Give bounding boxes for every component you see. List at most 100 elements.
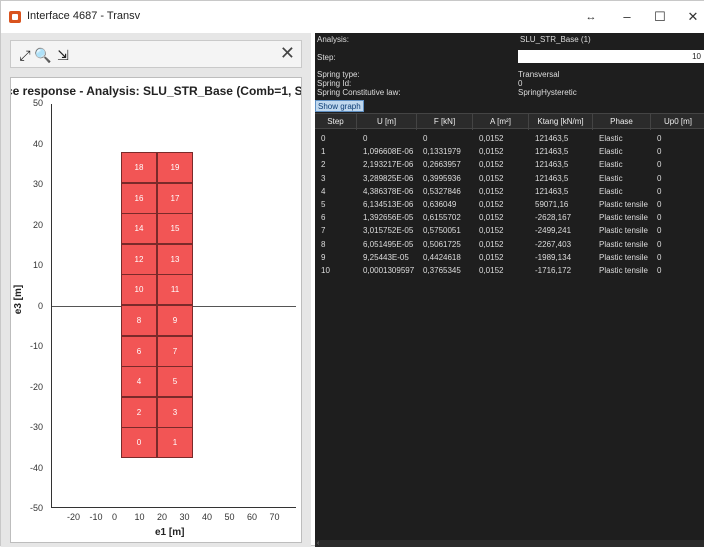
x-tick-label: 0 xyxy=(112,512,118,522)
table-cell: 0 xyxy=(657,147,662,157)
table-cell: 0,5061725 xyxy=(423,239,461,249)
table-cell: 0,1331979 xyxy=(423,147,461,157)
graph-toolbar: ⤢ 🔍 ⇲ ✕ xyxy=(10,40,302,68)
constitutive-law-label: Spring Constitutive law: xyxy=(317,88,401,97)
table-cell: -2499,241 xyxy=(535,226,572,236)
x-axis-label: e1 [m] xyxy=(155,527,185,538)
window-title: Interface 4687 - Transv xyxy=(27,10,141,22)
table-cell: 121463,5 xyxy=(535,160,569,170)
export-icon[interactable]: ⇲ xyxy=(53,45,73,65)
table-cell: 0 xyxy=(657,226,662,236)
results-pane: Analysis: SLU_STR_Base (1) Step: 10 Spri… xyxy=(315,33,704,547)
table-row[interactable]: 6 1,392656E-05 0,6155702 0,0152 -2628,167 Pla… xyxy=(315,211,704,224)
table-row[interactable]: 9 9,25443E-05 0,4424618 0,0152 -1989,134 Plas… xyxy=(315,251,704,264)
zoom-icon[interactable]: 🔍 xyxy=(33,45,53,65)
table-row[interactable]: 1 1,096608E-06 0,1331979 0,0152 121463,5 Elas… xyxy=(315,145,704,158)
show-graph-button[interactable]: Show graph xyxy=(315,100,364,112)
table-cell: 10 xyxy=(321,266,330,275)
table-cell: 3,015752E-05 xyxy=(363,226,414,236)
table-row[interactable]: 8 6,051495E-05 0,5061725 0,0152 -2267,403 Pla… xyxy=(315,238,704,251)
y-tick-label: -10 xyxy=(29,341,43,351)
spring-id-value: 0 xyxy=(518,79,523,88)
fiber-cell: 4 xyxy=(121,366,157,398)
resize-arrows-icon[interactable]: ↔ xyxy=(584,7,598,27)
table-cell: 0,5750051 xyxy=(423,226,461,236)
y-tick-label: 10 xyxy=(32,260,43,270)
table-cell: -2628,167 xyxy=(535,213,572,223)
spring-id-label: Spring Id: xyxy=(317,79,352,88)
table-cell: 0,0152 xyxy=(479,160,504,170)
step-input[interactable]: 10 xyxy=(518,50,704,63)
col-a[interactable]: A [m²] xyxy=(473,114,529,130)
table-cell: Plastic tensile xyxy=(599,252,648,262)
table-row[interactable]: 0 0 0 0,0152 121463,5 Elastic 0 xyxy=(315,132,704,145)
app-icon xyxy=(9,11,21,23)
table-row[interactable]: 4 4,386378E-06 0,5327846 0,0152 121463,5 Elas… xyxy=(315,185,704,198)
fiber-cell: 0 xyxy=(121,427,157,459)
table-cell: 0,0152 xyxy=(479,200,504,209)
table-cell: 6,051495E-05 xyxy=(363,239,414,249)
table-cell: 121463,5 xyxy=(535,173,569,183)
fiber-cell: 8 xyxy=(121,305,157,336)
table-cell: 0 xyxy=(657,252,662,262)
fiber-cell: 16 xyxy=(121,182,157,214)
table-row[interactable]: 10 0,0001309597 0,3765345 0,0152 -1716,172 Pl… xyxy=(315,264,704,277)
close-icon[interactable]: ✕ xyxy=(280,43,295,64)
y-tick-label: -40 xyxy=(29,462,43,473)
table-cell: 0,0152 xyxy=(479,134,504,143)
fiber-cell: 19 xyxy=(157,152,193,183)
y-tick-label: 40 xyxy=(32,138,43,149)
table-cell: Plastic tensile xyxy=(599,266,648,275)
table-cell: 59071,16 xyxy=(535,200,569,209)
fiber-cell: 12 xyxy=(121,243,157,275)
fiber-cell: 2 xyxy=(121,396,157,428)
y-tick-label: -30 xyxy=(29,422,43,432)
fiber-cell: 5 xyxy=(157,366,193,398)
table-cell: 0,0152 xyxy=(479,147,504,157)
col-up0[interactable]: Up0 [m] xyxy=(651,114,704,130)
y-tick-label: -50 xyxy=(29,503,43,513)
table-row[interactable]: 2 2,193217E-06 0,2663957 0,0152 121463,5 Elas… xyxy=(315,158,704,171)
table-cell: 5 xyxy=(321,200,326,209)
y-tick-label: 0 xyxy=(37,300,43,311)
minimize-button[interactable]: – xyxy=(611,7,643,27)
table-cell: 6,134513E-06 xyxy=(363,200,414,209)
table-cell: 0,0001309597 xyxy=(363,266,415,275)
table-cell: 1 xyxy=(321,147,326,157)
constitutive-law-value: SpringHysteretic xyxy=(518,88,577,97)
table-row[interactable]: 7 3,015752E-05 0,5750051 0,0152 -2499,241 Pla… xyxy=(315,224,704,237)
table-cell: 0,0152 xyxy=(479,226,504,236)
fiber-cell: 10 xyxy=(121,274,157,306)
col-f[interactable]: F [kN] xyxy=(417,114,473,130)
table-cell: 6 xyxy=(321,213,326,223)
y-tick-label: -20 xyxy=(29,381,43,392)
table-cell: 3 xyxy=(321,173,326,183)
fiber-cell: 11 xyxy=(157,274,193,306)
col-phase[interactable]: Phase xyxy=(593,114,651,130)
table-row[interactable]: 5 6,134513E-06 0,636049 0,0152 59071,16 Plast… xyxy=(315,198,704,211)
x-tick-label: 40 xyxy=(202,512,213,522)
table-cell: 0,0152 xyxy=(479,186,504,196)
table-cell: Elastic xyxy=(599,173,623,183)
table-cell: 121463,5 xyxy=(535,186,569,196)
table-cell: 0,5327846 xyxy=(423,186,461,196)
table-cell: 0,0152 xyxy=(479,252,504,262)
table-cell: 0,6155702 xyxy=(423,213,461,223)
table-row[interactable]: 3 3,289825E-06 0,3995936 0,0152 121463,5 Elas… xyxy=(315,172,704,185)
plot-title: ce response - Analysis: SLU_STR_Base (Co… xyxy=(10,84,302,98)
table-cell: 9,25443E-05 xyxy=(363,252,409,262)
close-button[interactable]: ✕ xyxy=(677,7,704,27)
fit-view-icon[interactable]: ⤢ xyxy=(15,45,35,65)
spring-type-value: Transversal xyxy=(518,70,560,79)
maximize-button[interactable]: ☐ xyxy=(644,7,676,27)
table-cell: 0 xyxy=(657,160,662,170)
table-cell: 0 xyxy=(657,186,662,196)
fiber-cell: 15 xyxy=(157,213,193,245)
col-ktang[interactable]: Ktang [kN/m] xyxy=(529,114,593,130)
col-step[interactable]: Step xyxy=(315,114,357,130)
table-cell: 0 xyxy=(423,134,428,143)
fiber-cell: 17 xyxy=(157,182,193,214)
col-u[interactable]: U [m] xyxy=(357,114,417,130)
results-table-header: Step U [m] F [kN] A [m²] Ktang [kN/m] Ph… xyxy=(315,113,704,130)
table-cell: 0 xyxy=(657,213,662,223)
